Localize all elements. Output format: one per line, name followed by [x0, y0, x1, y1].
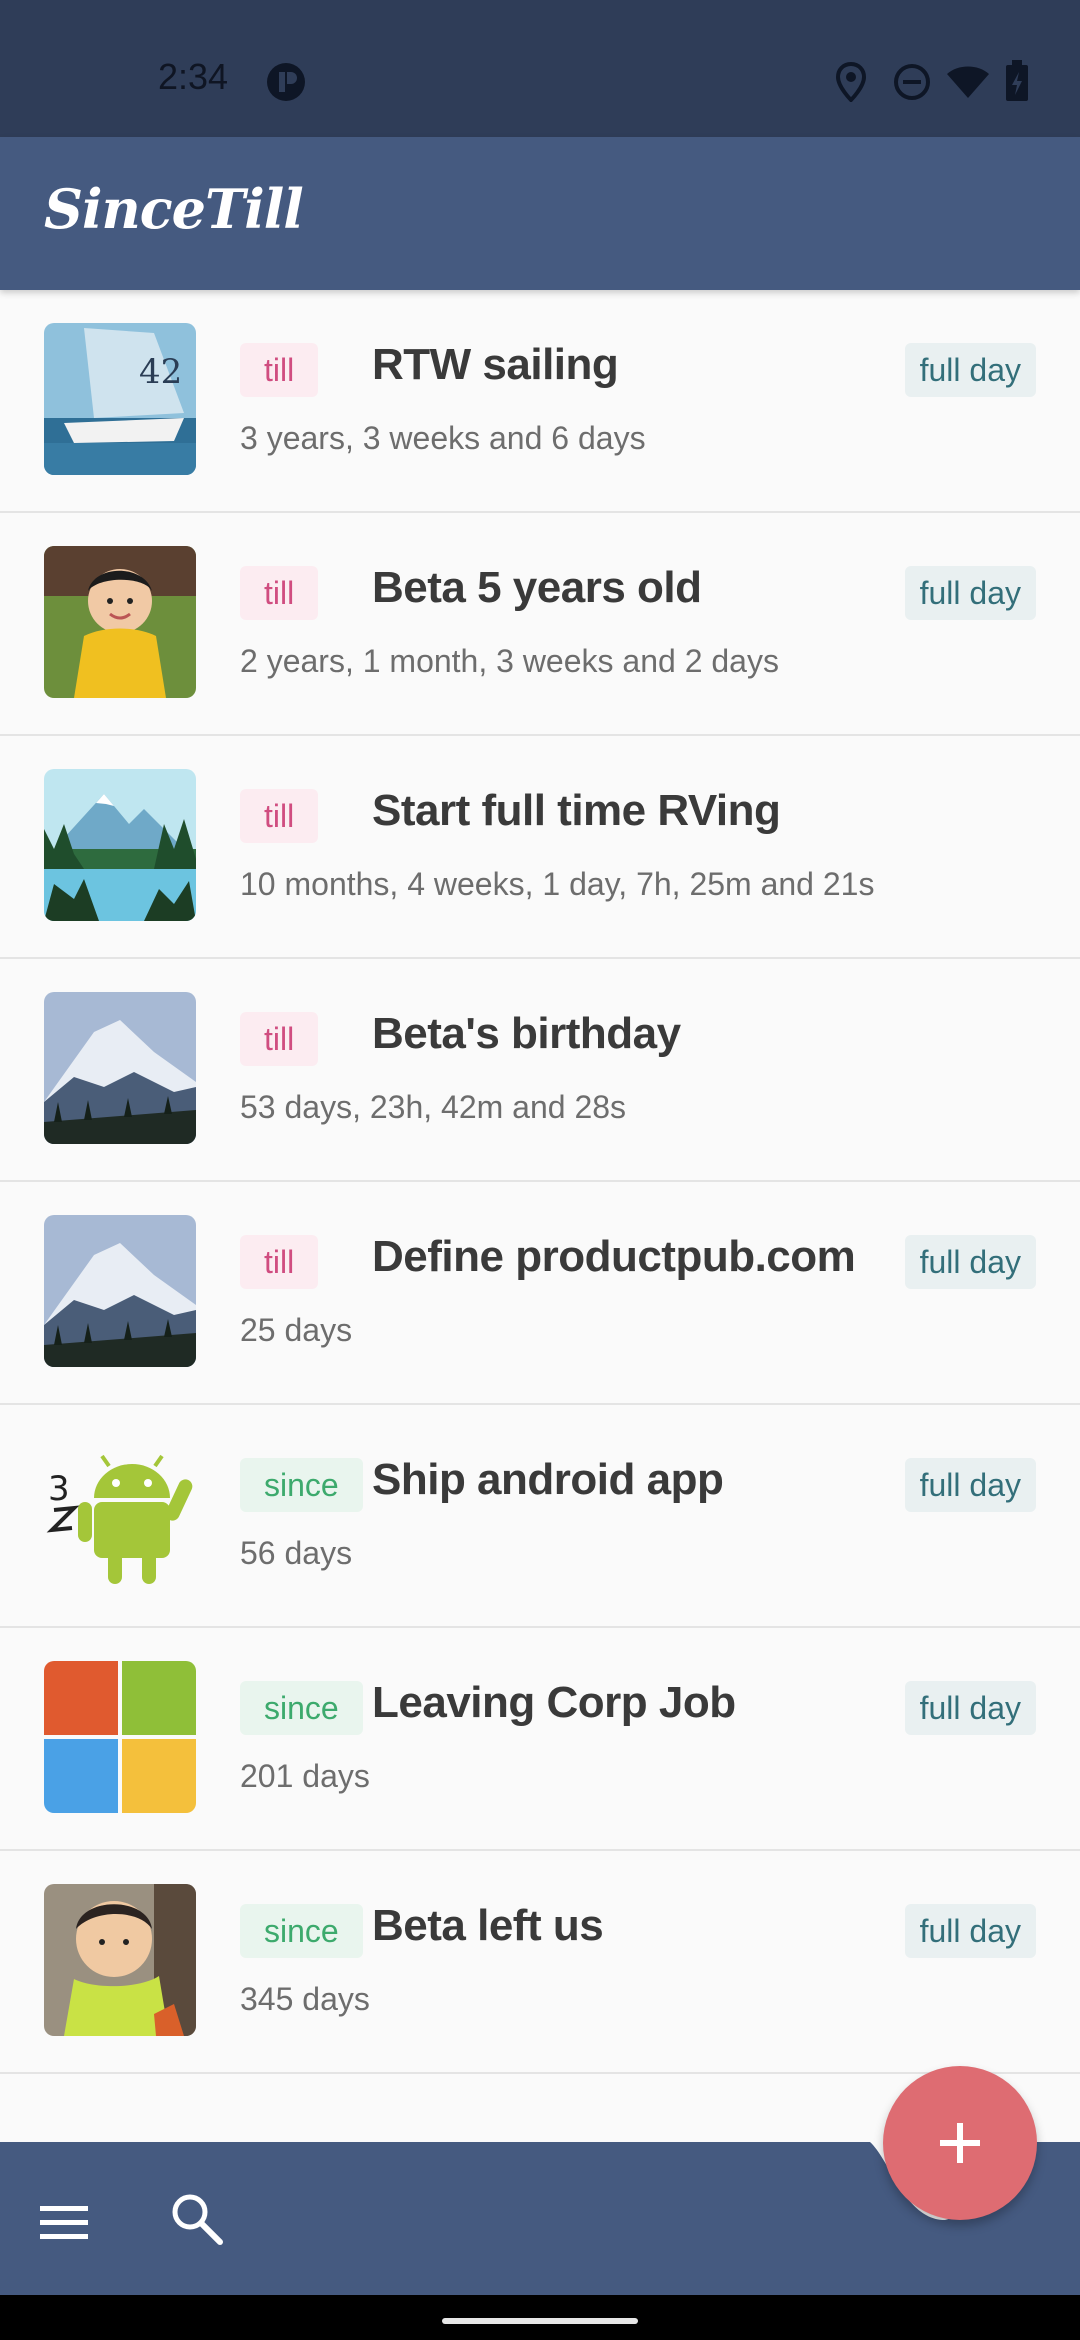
app-bar: SinceTill: [0, 137, 1080, 290]
event-type-tag: till: [240, 789, 319, 843]
event-countdown: 2 years, 1 month, 3 weeks and 2 days: [240, 643, 779, 679]
add-event-button[interactable]: [883, 2066, 1037, 2220]
event-countdown: 10 months, 4 weeks, 1 day, 7h, 25m and 2…: [240, 866, 875, 902]
search-icon: [172, 2194, 223, 2245]
full-day-badge: full day: [904, 1904, 1036, 1958]
event-type-tag: since: [240, 1904, 363, 1958]
event-type-tag: till: [240, 343, 319, 397]
event-countdown: 56 days: [240, 1535, 353, 1571]
event-thumbnail: 42: [44, 323, 196, 475]
event-row[interactable]: 3 since Ship android app 56 days full day: [0, 1405, 1080, 1628]
menu-button[interactable]: [36, 2192, 96, 2252]
event-countdown: 25 days: [240, 1312, 353, 1348]
event-thumbnail: 3: [44, 1438, 196, 1590]
event-type-tag: till: [240, 566, 319, 620]
app-title: SinceTill: [44, 177, 304, 241]
event-row[interactable]: till Beta 5 years old 2 years, 1 month, 3 …: [0, 513, 1080, 736]
event-countdown: 3 years, 3 weeks and 6 days: [240, 420, 646, 456]
event-row[interactable]: since Leaving Corp Job 201 days full day: [0, 1628, 1080, 1851]
event-row[interactable]: 42 till RTW sailing 3 years, 3 weeks and 6 …: [0, 290, 1080, 513]
plus-icon: [940, 2123, 980, 2163]
event-title: RTW sailing: [372, 340, 619, 389]
event-row[interactable]: till Define productpub.com 25 days full day: [0, 1182, 1080, 1405]
event-thumbnail: [44, 992, 196, 1144]
event-type-tag: since: [240, 1458, 363, 1512]
event-title: Beta 5 years old: [372, 563, 702, 612]
event-row[interactable]: till Beta's birthday 53 days, 23h, 42m and…: [0, 959, 1080, 1182]
status-time: 2:34: [158, 56, 229, 97]
full-day-badge: full day: [904, 566, 1036, 620]
event-title: Define productpub.com: [372, 1232, 856, 1281]
search-button[interactable]: [168, 2190, 230, 2252]
battery-icon: [1004, 60, 1030, 107]
full-day-badge: full day: [904, 1681, 1036, 1735]
full-day-badge: full day: [904, 1458, 1036, 1512]
event-countdown: 201 days: [240, 1758, 370, 1794]
event-row[interactable]: since Beta left us 345 days full day: [0, 1851, 1080, 2074]
event-thumbnail: [44, 1661, 196, 1813]
wifi-icon: [946, 64, 990, 105]
svg-text:42: 42: [139, 352, 182, 392]
event-title: Start full time RVing: [372, 786, 781, 835]
event-type-tag: till: [240, 1012, 319, 1066]
location-icon: [835, 61, 867, 107]
event-countdown: 345 days: [240, 1981, 370, 2017]
do-not-disturb-icon: [893, 63, 931, 106]
full-day-badge: full day: [904, 343, 1036, 397]
event-thumbnail: [44, 1884, 196, 2036]
event-thumbnail: [44, 769, 196, 921]
event-title: Beta left us: [372, 1901, 604, 1950]
status-bar: 2:34: [0, 0, 1080, 137]
event-title: Leaving Corp Job: [372, 1678, 736, 1727]
event-thumbnail: [44, 1215, 196, 1367]
event-type-tag: till: [240, 1235, 319, 1289]
menu-icon: [40, 2206, 88, 2239]
event-thumbnail: [44, 546, 196, 698]
svg-text:3: 3: [48, 1469, 70, 1509]
event-list: 42 till RTW sailing 3 years, 3 weeks and 6 …: [0, 290, 1080, 2074]
full-day-badge: full day: [904, 1235, 1036, 1289]
event-title: Beta's birthday: [372, 1009, 681, 1058]
event-countdown: 53 days, 23h, 42m and 28s: [240, 1089, 627, 1125]
event-row[interactable]: till Start full time RVing 10 months, 4 we…: [0, 736, 1080, 959]
event-type-tag: since: [240, 1681, 363, 1735]
home-gesture-handle[interactable]: [442, 2318, 638, 2324]
app-notification-icon: [266, 62, 306, 107]
event-title: Ship android app: [372, 1455, 724, 1504]
